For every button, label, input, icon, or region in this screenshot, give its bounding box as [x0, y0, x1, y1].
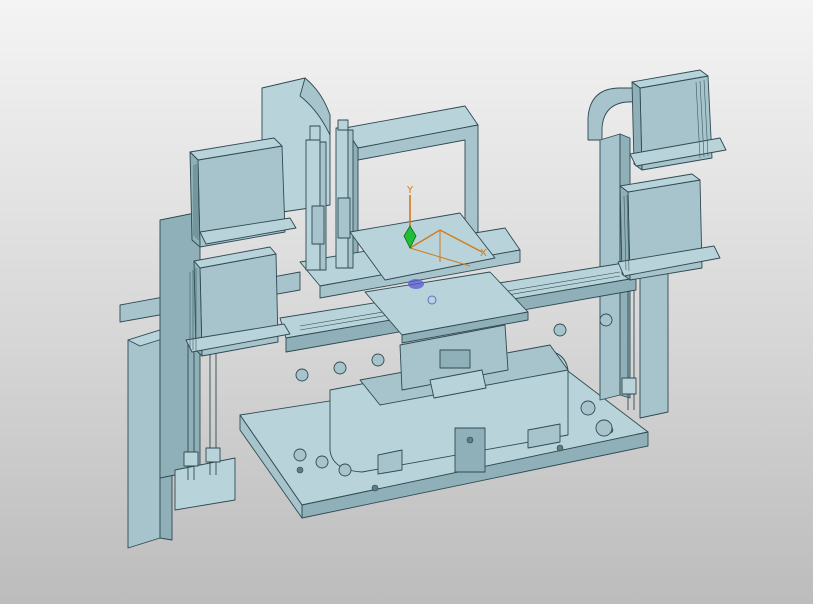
cad-3d-viewport[interactable]: Y X	[0, 0, 813, 604]
triad-x-label: X	[480, 248, 487, 259]
heatsink-module-upper-right[interactable]	[629, 69, 727, 171]
triad-rotate-handle-icon[interactable]	[408, 279, 424, 289]
heatsink-module-lower-left[interactable]	[185, 246, 291, 357]
triad-y-label: Y	[406, 185, 414, 196]
heatsink-module-lower-right[interactable]	[617, 173, 721, 281]
machine-assembly-model[interactable]: Y X	[0, 0, 813, 604]
heatsink-module-upper-left[interactable]	[189, 137, 297, 248]
